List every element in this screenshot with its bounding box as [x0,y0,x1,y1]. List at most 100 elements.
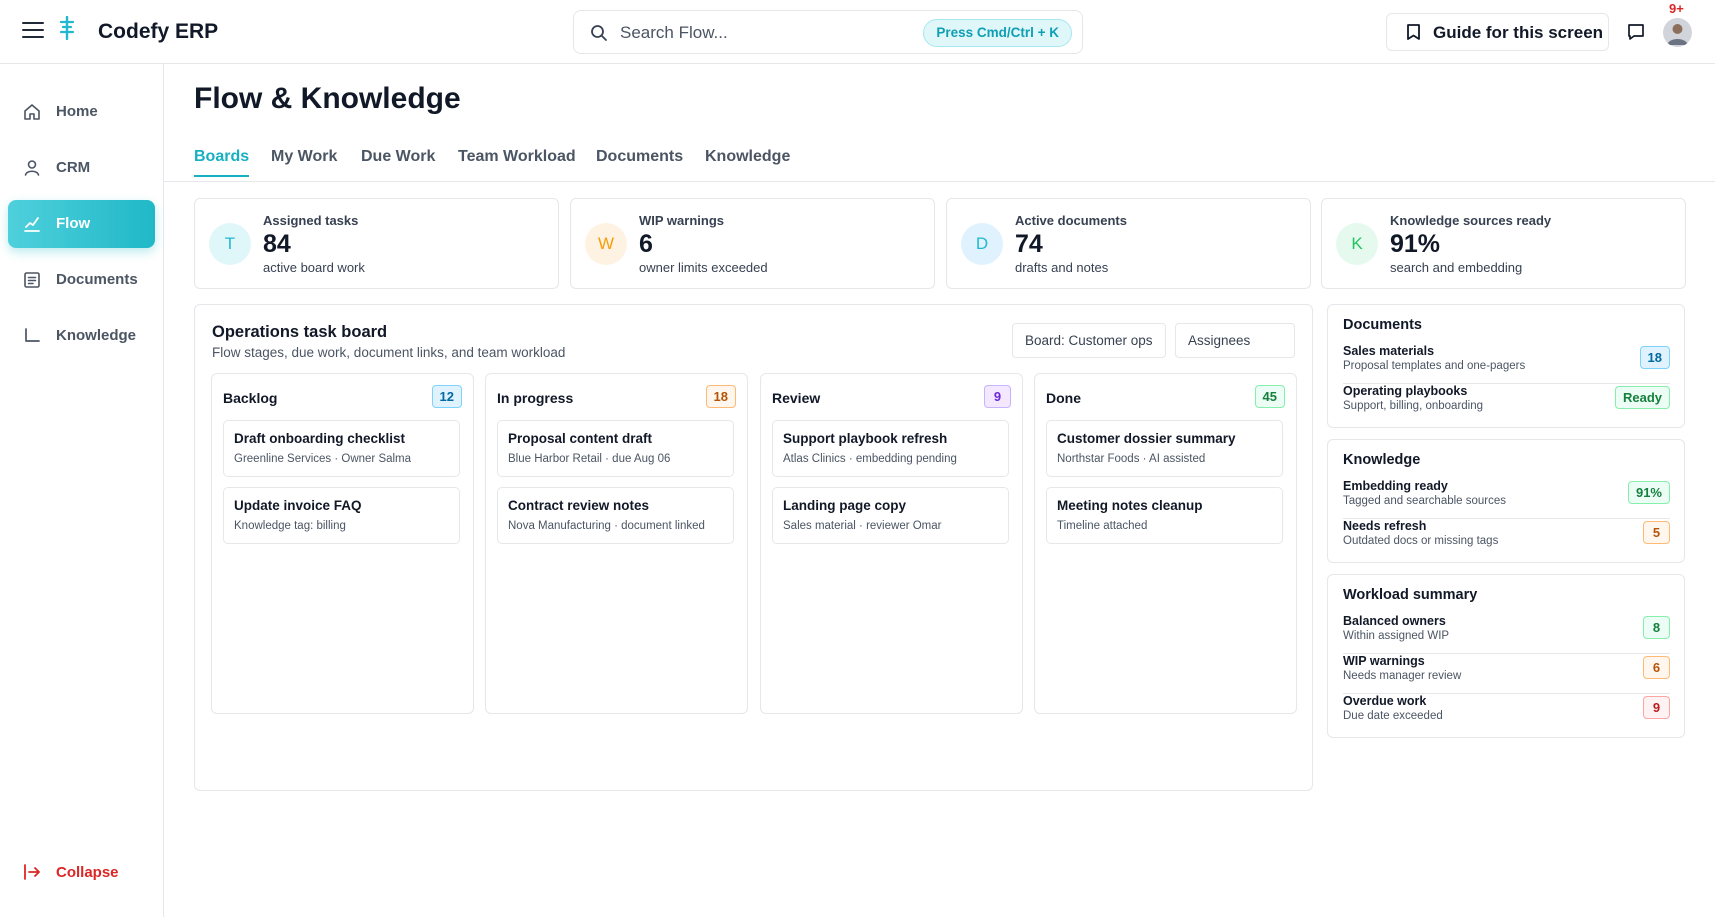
panel-title: Workload summary [1343,587,1478,603]
stat-value: 84 [263,230,291,258]
item-badge: 5 [1643,521,1670,544]
stat-subtitle: active board work [263,260,365,275]
stat-avatar: W [585,223,627,265]
board-column-in-progress: In progress 18 Proposal content draft Bl… [485,373,748,714]
sidebar-item-knowledge[interactable]: Knowledge [8,312,155,360]
stat-avatar: D [961,223,1003,265]
column-title: Review [772,390,821,406]
task-card[interactable]: Meeting notes cleanup Timeline attached [1046,487,1283,544]
sidebar-item-crm[interactable]: CRM [8,144,155,192]
task-card[interactable]: Update invoice FAQ Knowledge tag: billin… [223,487,460,544]
chat-icon[interactable] [1626,22,1646,42]
sidebar-item-home[interactable]: Home [8,88,155,136]
tab-due-work[interactable]: Due Work [361,148,435,175]
task-meta: Sales material · reviewer Omar [783,520,942,532]
notification-badge: 9+ [1669,1,1684,16]
search-bar[interactable]: Press Cmd/Ctrl + K [573,10,1083,54]
stat-value: 91% [1390,230,1441,258]
board-title: Operations task board [212,323,388,341]
assignees-filter-select[interactable]: Assignees [1175,323,1295,358]
stat-card-active-documents: D Active documents 74 drafts and notes [946,198,1311,289]
sidebar-item-documents[interactable]: Documents [8,256,155,304]
column-count-badge: 9 [984,385,1011,408]
task-meta: Northstar Foods · AI assisted [1057,453,1206,465]
item-badge: 18 [1639,346,1670,369]
document-icon [24,272,40,288]
list-item[interactable]: Embedding ready Tagged and searchable so… [1343,479,1670,519]
tab-documents[interactable]: Documents [596,148,683,175]
avatar[interactable] [1663,18,1692,47]
tab-my-work[interactable]: My Work [271,148,337,175]
task-card[interactable]: Landing page copy Sales material · revie… [772,487,1009,544]
panel-title: Knowledge [1343,452,1421,468]
menu-icon[interactable] [22,22,44,40]
sidebar-item-label: Home [56,103,98,120]
stat-label: Assigned tasks [263,213,359,228]
tab-team-workload[interactable]: Team Workload [458,148,576,175]
stat-avatar: T [209,223,251,265]
tabs-divider [164,181,1715,182]
task-title: Proposal content draft [508,431,653,446]
stat-subtitle: search and embedding [1390,260,1523,275]
column-count-badge: 18 [705,385,736,408]
column-title: In progress [497,390,574,406]
user-icon [24,160,40,176]
collapse-icon [24,864,40,880]
search-icon [591,25,607,41]
item-subtitle: Needs manager review [1343,670,1462,682]
sidebar: Home CRM Flow Documents Knowledge Collap… [0,64,164,917]
item-title: Needs refresh [1343,519,1427,533]
task-title: Landing page copy [783,498,907,513]
task-card[interactable]: Contract review notes Nova Manufacturing… [497,487,734,544]
item-title: Overdue work [1343,694,1427,708]
tab-knowledge[interactable]: Knowledge [705,148,790,175]
panel-title: Documents [1343,317,1422,333]
stat-card-knowledge-sources: K Knowledge sources ready 91% search and… [1321,198,1686,289]
list-item[interactable]: WIP warnings Needs manager review 6 [1343,654,1670,694]
task-meta: Greenline Services · Owner Salma [234,453,412,465]
tab-boards[interactable]: Boards [194,148,250,177]
item-badge: 91% [1627,481,1670,504]
avatar-image [1663,18,1692,47]
sidebar-item-label: Flow [56,215,91,232]
item-subtitle: Outdated docs or missing tags [1343,535,1499,547]
board-subtitle: Flow stages, due work, document links, a… [212,345,566,360]
task-title: Contract review notes [508,498,650,513]
documents-panel: Documents Sales materials Proposal templ… [1327,304,1685,428]
task-meta: Nova Manufacturing · document linked [508,520,705,532]
search-input[interactable] [620,19,920,47]
list-item[interactable]: Balanced owners Within assigned WIP 8 [1343,614,1670,654]
column-title: Done [1046,390,1081,406]
board-column-review: Review 9 Support playbook refresh Atlas … [760,373,1023,714]
brand-logo-icon [59,16,75,40]
item-badge: 6 [1643,656,1670,679]
task-card[interactable]: Support playbook refresh Atlas Clinics ·… [772,420,1009,477]
stat-subtitle: drafts and notes [1015,260,1109,275]
task-meta: Blue Harbor Retail · due Aug 06 [508,453,671,465]
sidebar-item-flow[interactable]: Flow [8,200,155,248]
list-item[interactable]: Sales materials Proposal templates and o… [1343,344,1670,384]
stat-subtitle: owner limits exceeded [639,260,768,275]
column-count-badge: 45 [1254,385,1285,408]
item-badge: 8 [1643,616,1670,639]
item-title: Balanced owners [1343,614,1446,628]
top-bar: Codefy ERP Press Cmd/Ctrl + K Guide for … [0,0,1715,64]
item-subtitle: Within assigned WIP [1343,630,1450,642]
task-card[interactable]: Proposal content draft Blue Harbor Retai… [497,420,734,477]
task-card[interactable]: Customer dossier summary Northstar Foods… [1046,420,1283,477]
list-item[interactable]: Operating playbooks Support, billing, on… [1343,384,1670,424]
item-subtitle: Support, billing, onboarding [1343,400,1484,412]
knowledge-icon [25,328,40,342]
stat-label: Knowledge sources ready [1390,213,1552,228]
list-item[interactable]: Needs refresh Outdated docs or missing t… [1343,519,1670,559]
task-card[interactable]: Draft onboarding checklist Greenline Ser… [223,420,460,477]
board-filter-select[interactable]: Board: Customer ops [1012,323,1166,358]
stat-label: Active documents [1015,213,1127,228]
item-badge: Ready [1614,386,1670,409]
workload-panel: Workload summary Balanced owners Within … [1327,574,1685,738]
task-title: Customer dossier summary [1057,431,1236,446]
item-title: Operating playbooks [1343,384,1468,398]
guide-button[interactable]: Guide for this screen [1386,13,1609,51]
column-title: Backlog [223,390,278,406]
list-item[interactable]: Overdue work Due date exceeded 9 [1343,694,1670,734]
